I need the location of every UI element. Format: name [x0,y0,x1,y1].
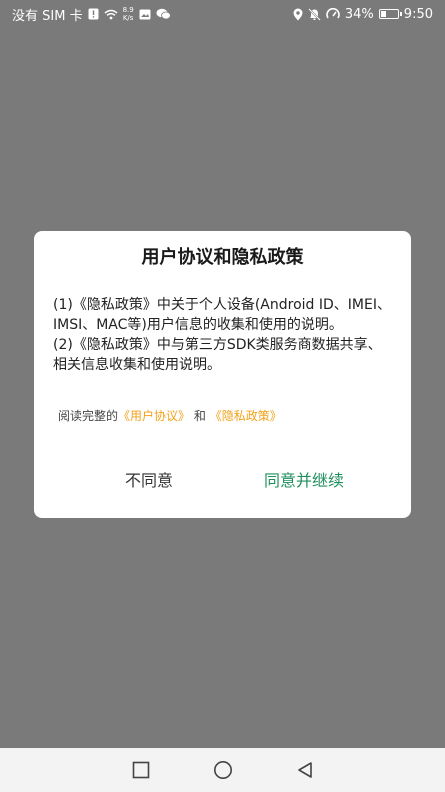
wifi-icon [104,9,118,20]
speedometer-icon [326,8,340,20]
read-prefix-text: 阅读完整的 [58,409,119,423]
location-icon [293,8,303,21]
status-bar: 没有 SIM 卡 8.9 K/s 34% 9:50 [0,0,445,28]
recents-square-icon [132,761,149,779]
carrier-text: 没有 SIM 卡 [12,8,83,24]
navigation-bar [0,748,445,792]
privacy-policy-link[interactable]: 《隐私政策》 [210,409,282,423]
disagree-button[interactable]: 不同意 [74,467,224,495]
status-bar-left: 没有 SIM 卡 8.9 K/s [12,5,171,24]
picture-icon [139,9,151,20]
dialog-title: 用户协议和隐私政策 [141,247,304,268]
battery-icon [378,9,402,19]
user-agreement-link[interactable]: 《用户协议》 [118,409,190,423]
dialog-paragraph-2: (2)《隐私政策》中与第三方SDK类服务商数据共享、相关信息收集和使用说明。 [53,337,382,373]
back-triangle-icon [297,762,312,778]
back-button[interactable] [293,758,317,782]
network-speed-value: 8.9 [122,6,134,14]
read-and-text: 和 [193,409,206,423]
mute-bell-icon [308,7,321,21]
wechat-icon [156,8,171,20]
status-bar-right: 34% 9:50 [293,7,433,22]
clock: 9:50 [403,6,433,22]
agree-continue-button[interactable]: 同意并继续 [229,467,379,495]
dialog-body: (1)《隐私政策》中关于个人设备(Android ID、IMEI、IMSI、MA… [53,295,393,375]
network-speed: 8.9 K/s [123,6,134,22]
privacy-dialog: 用户协议和隐私政策 (1)《隐私政策》中关于个人设备(Android ID、IM… [34,231,411,518]
dialog-paragraph-1: (1)《隐私政策》中关于个人设备(Android ID、IMEI、IMSI、MA… [53,297,391,333]
home-button[interactable] [211,758,235,782]
network-speed-unit: K/s [122,14,134,22]
sim-alert-icon [88,8,99,20]
home-circle-icon [213,761,232,779]
read-full-terms: 阅读完整的《用户协议》 和 《隐私政策》 [58,407,282,424]
battery-percent: 34% [344,6,374,22]
recents-button[interactable] [129,758,153,782]
